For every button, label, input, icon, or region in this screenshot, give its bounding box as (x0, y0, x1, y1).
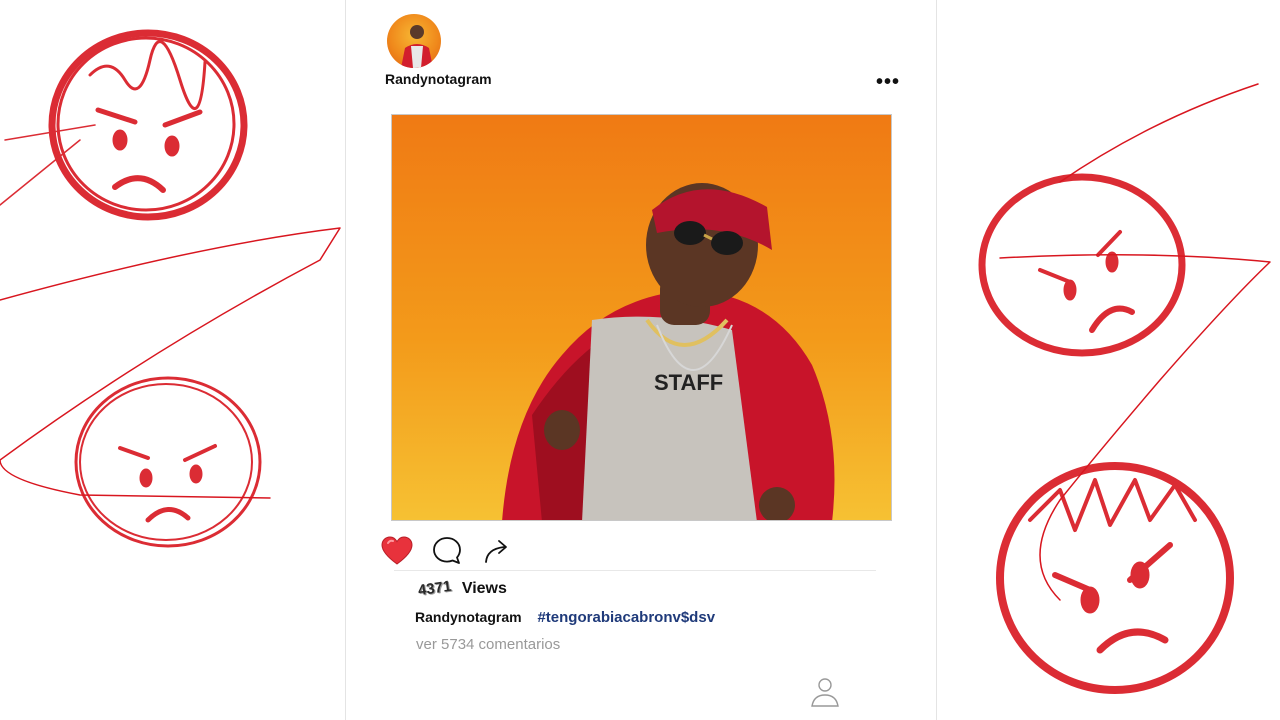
more-options-icon[interactable]: ••• (876, 72, 900, 92)
angry-face-icon (996, 462, 1234, 694)
comment-icon[interactable] (430, 534, 464, 568)
angry-face-icon (74, 376, 262, 548)
svg-text:STAFF: STAFF (654, 370, 723, 395)
caption-username[interactable]: Randynotagram (415, 609, 522, 625)
angry-face-icon (0, 29, 248, 221)
heart-icon[interactable] (380, 534, 414, 568)
views-count: 4371 (416, 577, 453, 600)
user-avatar[interactable] (387, 14, 441, 68)
actions-divider (394, 570, 876, 571)
post-actions (380, 534, 900, 568)
views-label: Views (461, 580, 507, 597)
user-icon[interactable] (810, 676, 840, 708)
post-photo: STAFF (391, 114, 892, 521)
post-caption: Randynotagram #tengorabiacabronv$dsv (415, 609, 715, 626)
instagram-post-card: Randynotagram ••• STAFF 4371 Views Randy… (345, 0, 937, 720)
share-icon[interactable] (480, 534, 514, 568)
man-in-red-jacket-photo: STAFF (502, 183, 835, 520)
view-comments-link[interactable]: ver 5734 comentarios (416, 636, 560, 653)
post-username[interactable]: Randynotagram (385, 71, 492, 87)
caption-hashtag[interactable]: #tengorabiacabronv$dsv (537, 609, 715, 626)
angry-face-icon (978, 173, 1186, 357)
views-row: 4371 Views (416, 577, 507, 604)
